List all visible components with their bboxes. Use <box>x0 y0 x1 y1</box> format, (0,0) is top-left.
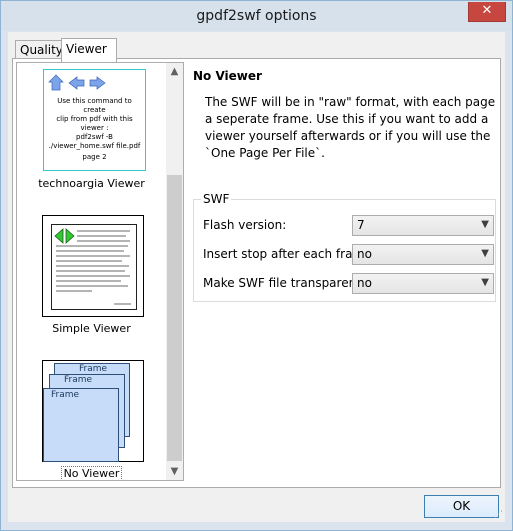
thumb-line: clip from pdf with this <box>56 115 133 123</box>
list-item-simple[interactable]: Simple Viewer <box>18 321 165 335</box>
flash-version-value: 7 <box>357 218 365 232</box>
close-button[interactable]: ✕ <box>468 2 506 22</box>
frame-label: Frame <box>51 390 80 400</box>
transparent-label: Make SWF file transparent: <box>203 276 365 290</box>
navigation-arrows-icon <box>48 74 106 91</box>
insert-stop-label: Insert stop after each frame: <box>203 247 376 261</box>
list-item-label: No Viewer <box>60 466 123 479</box>
list-item-no-viewer[interactable]: No Viewer <box>18 466 165 479</box>
frame-label: Frame <box>64 375 93 385</box>
transparent-select[interactable]: no ▼ <box>352 273 494 294</box>
flash-version-label: Flash version: <box>203 218 287 232</box>
title-bar: gpdf2swf options ✕ <box>1 1 512 31</box>
list-item-label: Simple Viewer <box>52 322 131 335</box>
swf-group-title: SWF <box>201 192 232 206</box>
list-scrollbar[interactable]: ▲ ▼ <box>166 63 183 480</box>
list-item-label: technoargia Viewer <box>38 177 145 190</box>
thumb-line: viewer : <box>80 124 109 132</box>
thumb-page-number: page 2 <box>82 153 107 161</box>
simple-viewer-thumbnail[interactable] <box>42 215 144 317</box>
thumbnail-text: Use this command to create clip from pdf… <box>47 97 142 151</box>
technoargia-thumbnail[interactable]: Use this command to create clip from pdf… <box>43 69 146 171</box>
scroll-thumb[interactable] <box>167 175 182 461</box>
no-viewer-thumbnail[interactable]: Frame Frame Frame <box>42 360 144 462</box>
viewer-heading: No Viewer <box>193 69 262 83</box>
tab-viewer[interactable]: Viewer <box>61 38 117 62</box>
insert-stop-value: no <box>357 247 372 261</box>
list-item-technoargia[interactable]: technoargia Viewer <box>18 176 165 190</box>
transparent-value: no <box>357 276 372 290</box>
simple-viewer-page-icon <box>51 224 137 310</box>
swf-group: SWF Flash version: 7 ▼ Insert stop after… <box>193 192 496 302</box>
viewer-list[interactable]: Use this command to create clip from pdf… <box>16 62 184 481</box>
scroll-up-icon[interactable]: ▲ <box>166 63 183 80</box>
chevron-down-icon: ▼ <box>481 277 489 288</box>
frame-icon: Frame <box>43 388 119 462</box>
thumb-line: Use this command to create <box>57 97 132 114</box>
tab-quality[interactable]: Quality <box>15 40 67 59</box>
window-title: gpdf2swf options <box>196 8 317 24</box>
insert-stop-select[interactable]: no ▼ <box>352 244 494 265</box>
options-dialog: gpdf2swf options ✕ Quality Viewer Use th… <box>0 0 513 531</box>
thumb-line: ./viewer_home.swf file.pdf <box>48 142 141 150</box>
thumb-line: pdf2swf -B <box>76 133 113 141</box>
frame-label: Frame <box>79 364 108 374</box>
ok-button[interactable]: OK <box>424 495 499 518</box>
dialog-client-area: Quality Viewer Use this command to creat… <box>8 32 505 522</box>
viewer-list-content: Use this command to create clip from pdf… <box>18 64 165 479</box>
chevron-down-icon: ▼ <box>481 248 489 259</box>
page-preview-icon <box>54 228 131 305</box>
viewer-tab-panel: Use this command to create clip from pdf… <box>12 58 501 488</box>
scroll-down-icon[interactable]: ▼ <box>166 463 183 480</box>
flash-version-select[interactable]: 7 ▼ <box>352 215 494 236</box>
viewer-description: The SWF will be in "raw" format, with ea… <box>205 95 496 160</box>
chevron-down-icon: ▼ <box>481 219 489 230</box>
resize-grip-icon[interactable]: ⋰ <box>494 510 503 520</box>
